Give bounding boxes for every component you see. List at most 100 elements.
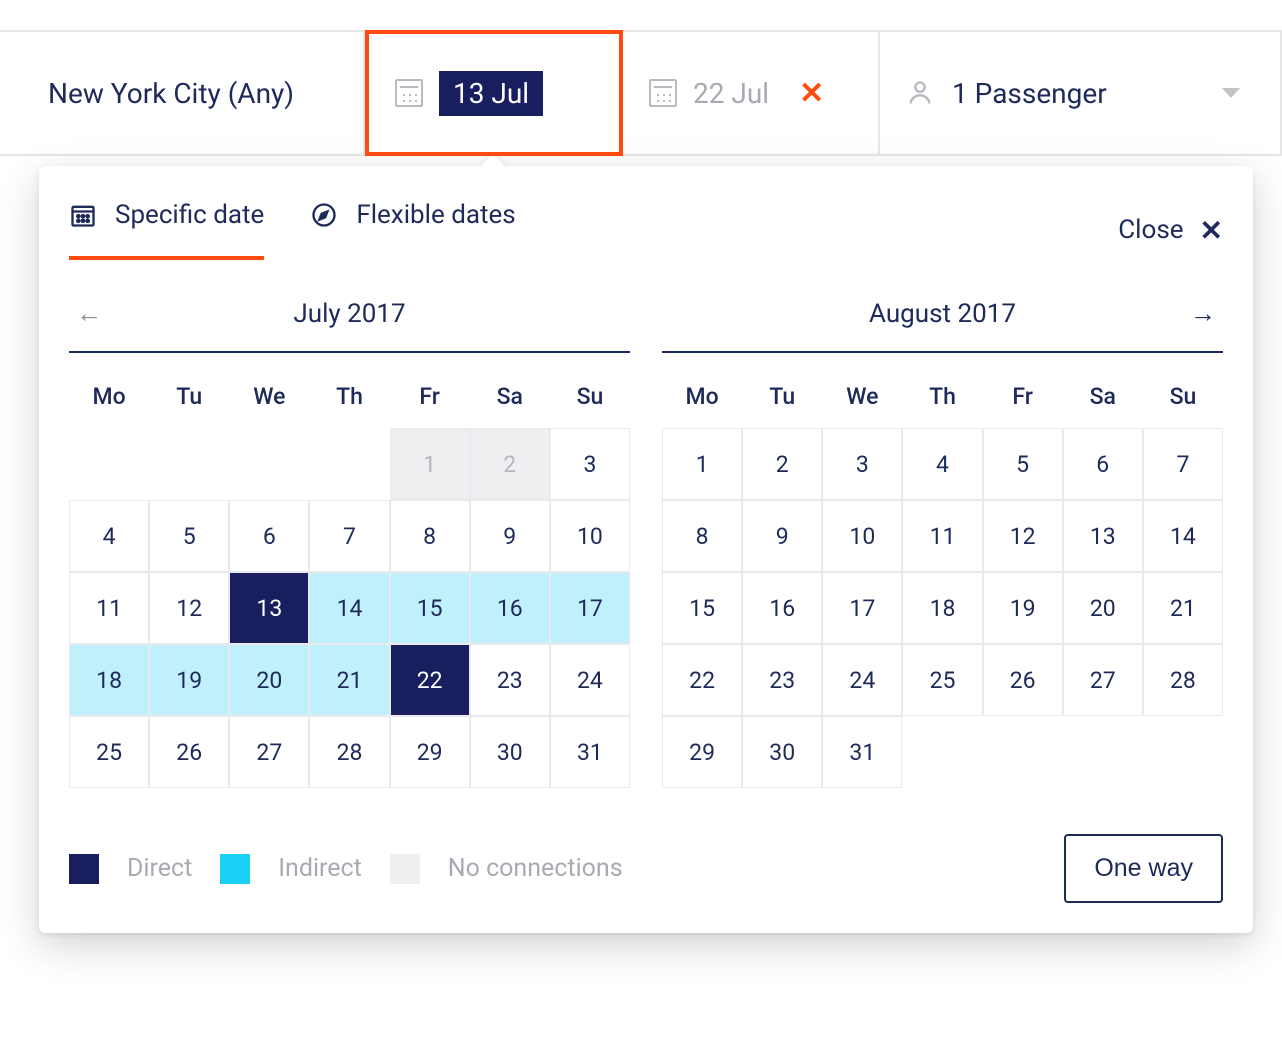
calendar-day[interactable]: 29 [662, 716, 742, 788]
calendar-day[interactable]: 19 [983, 572, 1063, 644]
calendar-day[interactable]: 2 [742, 428, 822, 500]
depart-date-field[interactable]: 13 Jul [365, 30, 623, 156]
calendar-day[interactable]: 24 [822, 644, 902, 716]
calendar-day[interactable]: 30 [742, 716, 822, 788]
calendar-day[interactable]: 26 [983, 644, 1063, 716]
dow-label: Mo [662, 375, 742, 428]
dow-label: Sa [470, 375, 550, 428]
calendar-day[interactable]: 22 [662, 644, 742, 716]
one-way-button[interactable]: One way [1064, 834, 1223, 903]
passengers-value: 1 Passenger [952, 77, 1107, 110]
close-button[interactable]: Close ✕ [1118, 214, 1223, 247]
dow-label: Sa [1063, 375, 1143, 428]
month-panel: August 2017 → MoTuWeThFrSaSu 12345678910… [662, 284, 1223, 788]
month-title: July 2017 [293, 299, 405, 329]
calendar-day[interactable]: 31 [550, 716, 630, 788]
calendar-day[interactable]: 7 [309, 500, 389, 572]
dow-label: Tu [742, 375, 822, 428]
calendar-day[interactable]: 26 [149, 716, 229, 788]
calendar-day[interactable]: 16 [742, 572, 822, 644]
calendar-day[interactable]: 6 [229, 500, 309, 572]
calendar-day: 1 [390, 428, 470, 500]
calendar-day[interactable]: 4 [902, 428, 982, 500]
calendar-day[interactable]: 5 [983, 428, 1063, 500]
calendar-day[interactable]: 25 [69, 716, 149, 788]
from-field[interactable]: New York City (Any) [0, 32, 365, 154]
calendar-day[interactable]: 20 [1063, 572, 1143, 644]
compass-icon [310, 201, 338, 229]
calendar-day[interactable]: 19 [149, 644, 229, 716]
calendar-day[interactable]: 12 [983, 500, 1063, 572]
calendar-day[interactable]: 27 [1063, 644, 1143, 716]
clear-return-icon[interactable]: ✕ [799, 76, 824, 111]
calendar-day[interactable]: 21 [1143, 572, 1223, 644]
calendar-day[interactable]: 10 [550, 500, 630, 572]
legend-swatch-indirect [220, 854, 250, 884]
prev-month-button[interactable]: ← [75, 298, 103, 329]
month-title: August 2017 [869, 299, 1016, 329]
calendar-day[interactable]: 21 [309, 644, 389, 716]
calendar-day[interactable]: 17 [550, 572, 630, 644]
calendar-day[interactable]: 14 [1143, 500, 1223, 572]
depart-date-chip: 13 Jul [439, 71, 543, 116]
dow-label: We [229, 375, 309, 428]
date-mode-tabs: Specific date Flexible dates [69, 200, 516, 260]
calendar-grid: 1234567891011121314151617181920212223242… [662, 428, 1223, 788]
dow-label: Th [309, 375, 389, 428]
calendar-day[interactable]: 11 [902, 500, 982, 572]
calendar-day[interactable]: 13 [229, 572, 309, 644]
calendar-day[interactable]: 15 [662, 572, 742, 644]
close-label: Close [1118, 215, 1183, 245]
calendar-icon [395, 79, 423, 107]
calendar-day[interactable]: 12 [149, 572, 229, 644]
legend: Direct Indirect No connections [69, 854, 623, 884]
calendar-day[interactable]: 4 [69, 500, 149, 572]
calendar-day[interactable]: 8 [390, 500, 470, 572]
calendar-day[interactable]: 28 [1143, 644, 1223, 716]
passengers-field[interactable]: 1 Passenger [880, 32, 1282, 154]
calendar-day[interactable]: 17 [822, 572, 902, 644]
calendar-day[interactable]: 25 [902, 644, 982, 716]
calendar-day[interactable]: 18 [69, 644, 149, 716]
calendar-day[interactable]: 23 [470, 644, 550, 716]
calendar-day[interactable]: 29 [390, 716, 470, 788]
calendar-day[interactable]: 10 [822, 500, 902, 572]
calendar-day[interactable]: 8 [662, 500, 742, 572]
calendar-day[interactable]: 3 [822, 428, 902, 500]
calendar-cell-empty [69, 428, 149, 500]
calendar-day[interactable]: 31 [822, 716, 902, 788]
calendar-day[interactable]: 11 [69, 572, 149, 644]
calendar-icon [649, 79, 677, 107]
calendar-day[interactable]: 5 [149, 500, 229, 572]
calendar-day[interactable]: 24 [550, 644, 630, 716]
search-bar: New York City (Any) 13 Jul 22 Jul ✕ 1 Pa… [0, 30, 1282, 156]
calendar-cell-empty [229, 428, 309, 500]
calendar-day[interactable]: 7 [1143, 428, 1223, 500]
calendar-day[interactable]: 1 [662, 428, 742, 500]
calendar-day[interactable]: 27 [229, 716, 309, 788]
next-month-button[interactable]: → [1189, 298, 1217, 329]
dow-label: Fr [983, 375, 1063, 428]
legend-swatch-direct [69, 854, 99, 884]
calendar-day[interactable]: 20 [229, 644, 309, 716]
calendar-day[interactable]: 3 [550, 428, 630, 500]
calendar-day[interactable]: 14 [309, 572, 389, 644]
tab-flexible-dates[interactable]: Flexible dates [310, 200, 515, 260]
calendar-cell-empty [149, 428, 229, 500]
calendar-day[interactable]: 13 [1063, 500, 1143, 572]
calendar-day[interactable]: 30 [470, 716, 550, 788]
tab-specific-date[interactable]: Specific date [69, 200, 264, 260]
calendar-day[interactable]: 9 [742, 500, 822, 572]
calendar-day[interactable]: 28 [309, 716, 389, 788]
legend-swatch-none [390, 854, 420, 884]
return-date-value: 22 Jul [693, 77, 769, 110]
calendar-day[interactable]: 22 [390, 644, 470, 716]
return-date-field[interactable]: 22 Jul ✕ [623, 32, 880, 154]
calendar-day[interactable]: 9 [470, 500, 550, 572]
legend-label: Indirect [278, 854, 362, 883]
calendar-day[interactable]: 18 [902, 572, 982, 644]
calendar-day[interactable]: 16 [470, 572, 550, 644]
calendar-day[interactable]: 23 [742, 644, 822, 716]
calendar-day[interactable]: 15 [390, 572, 470, 644]
calendar-day[interactable]: 6 [1063, 428, 1143, 500]
